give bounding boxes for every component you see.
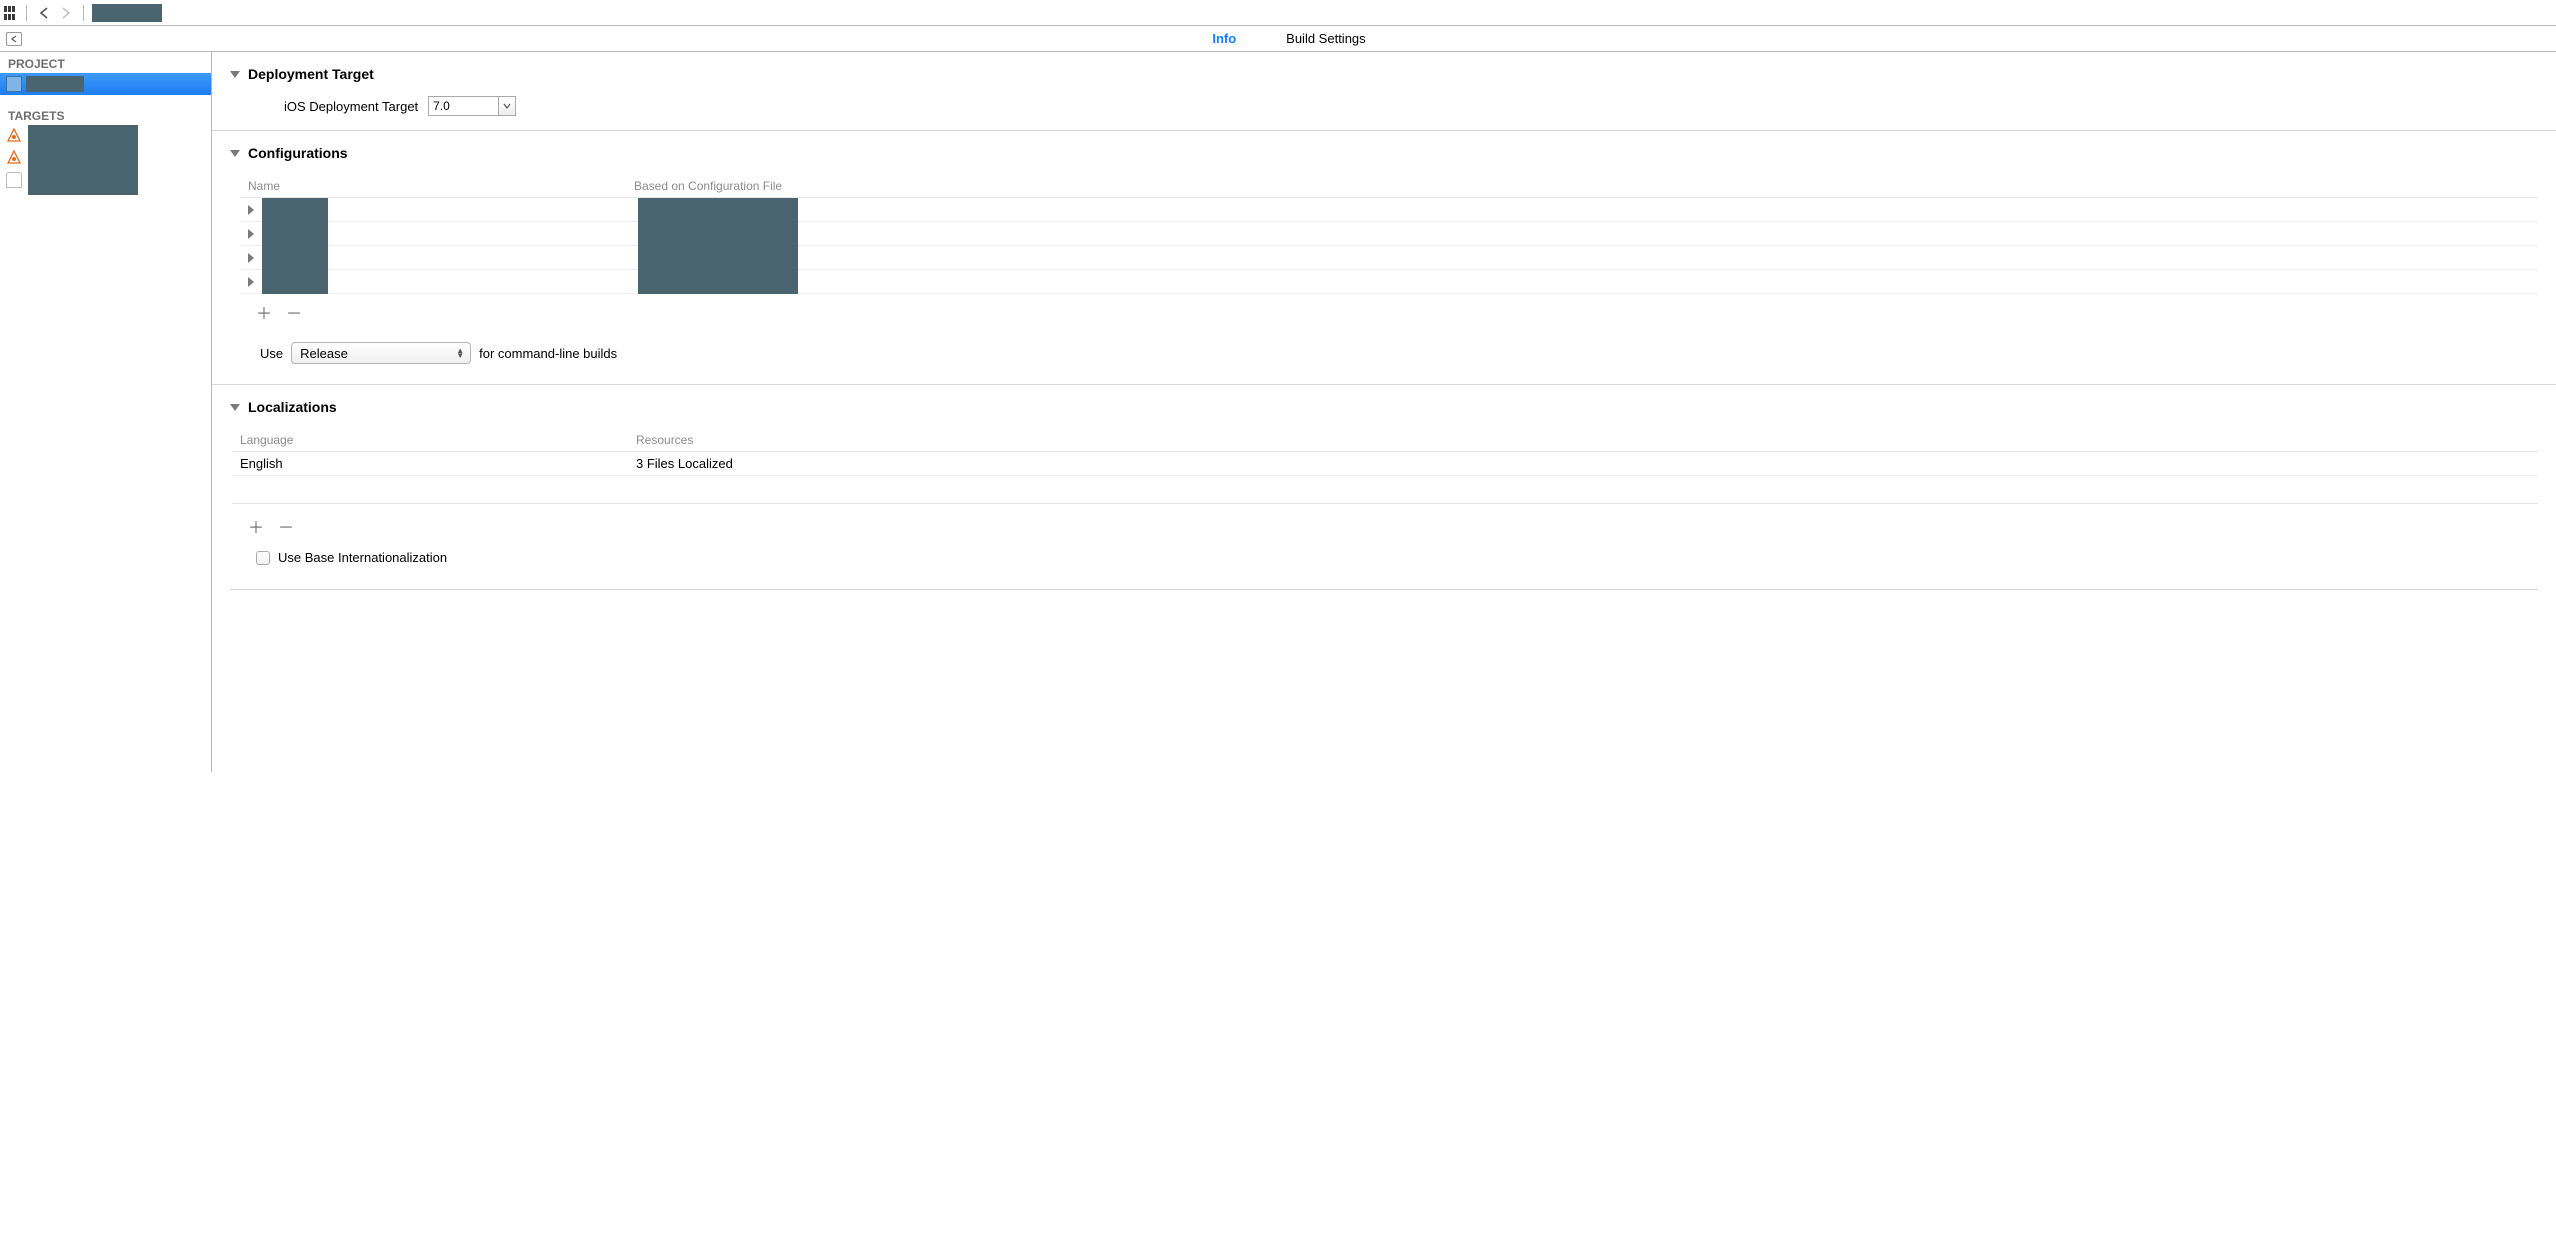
ios-deployment-target-label: iOS Deployment Target: [284, 99, 418, 114]
remove-localization-button[interactable]: －: [278, 514, 294, 538]
project-targets-sidebar: PROJECT TARGETS: [0, 52, 212, 772]
localization-resources: 3 Files Localized: [632, 452, 2538, 475]
command-line-build-config-popup[interactable]: Release ▲▼: [291, 342, 471, 364]
disclosure-right-icon[interactable]: [248, 277, 254, 287]
nav-forward-button[interactable]: [57, 4, 75, 22]
configurations-col-file: Based on Configuration File: [630, 175, 2538, 197]
sidebar-targets-header: TARGETS: [0, 95, 211, 125]
localizations-col-resources: Resources: [632, 429, 2538, 451]
ios-deployment-target-input[interactable]: [428, 96, 498, 116]
tab-info[interactable]: Info: [1212, 27, 1236, 50]
disclosure-right-icon[interactable]: [248, 205, 254, 215]
bundle-target-icon: [6, 172, 22, 188]
project-info-editor: Deployment Target iOS Deployment Target …: [212, 52, 2556, 772]
project-name-redacted: [26, 76, 84, 92]
related-items-icon[interactable]: [4, 6, 18, 20]
targets-list: [0, 125, 211, 197]
project-row[interactable]: [0, 73, 211, 95]
breadcrumb-redacted[interactable]: [92, 4, 162, 22]
disclosure-icon[interactable]: [230, 404, 240, 411]
target-names-redacted[interactable]: [28, 125, 138, 195]
configuration-row[interactable]: [240, 270, 2538, 294]
localization-row[interactable]: English 3 Files Localized: [232, 452, 2538, 476]
path-toolbar: [0, 0, 2556, 26]
section-divider: [230, 589, 2538, 590]
popup-arrows-icon: ▲▼: [456, 348, 464, 358]
ios-deployment-target-field[interactable]: [428, 96, 516, 116]
dropdown-button[interactable]: [498, 96, 516, 116]
separator: [26, 5, 27, 21]
table-footer-line: [232, 476, 2538, 504]
configuration-row[interactable]: [240, 198, 2538, 222]
configurations-rows: [240, 198, 2538, 294]
use-label: Use: [260, 346, 283, 361]
app-target-icon: [6, 128, 22, 144]
disclosure-right-icon[interactable]: [248, 253, 254, 263]
section-localizations: Localizations: [248, 399, 337, 415]
disclosure-icon[interactable]: [230, 71, 240, 78]
project-icon: [6, 76, 22, 92]
remove-configuration-button[interactable]: －: [286, 300, 302, 324]
disclosure-icon[interactable]: [230, 150, 240, 157]
use-base-internationalization-label: Use Base Internationalization: [278, 550, 447, 565]
editor-tabbar: Info Build Settings: [0, 26, 2556, 52]
section-configurations: Configurations: [248, 145, 348, 161]
add-localization-button[interactable]: ＋: [248, 514, 264, 538]
use-base-internationalization-checkbox[interactable]: [256, 551, 270, 565]
sidebar-project-header: PROJECT: [0, 52, 211, 73]
section-deployment-target: Deployment Target: [248, 66, 374, 82]
disclosure-right-icon[interactable]: [248, 229, 254, 239]
add-configuration-button[interactable]: ＋: [256, 300, 272, 324]
configuration-files-redacted: [638, 198, 798, 294]
use-suffix-label: for command-line builds: [479, 346, 617, 361]
go-back-mini-button[interactable]: [6, 32, 22, 46]
configurations-col-name: Name: [240, 175, 630, 197]
configuration-row[interactable]: [240, 246, 2538, 270]
separator: [83, 5, 84, 21]
app-target-icon: [6, 150, 22, 166]
localizations-col-language: Language: [232, 429, 632, 451]
localization-language: English: [232, 452, 632, 475]
nav-back-button[interactable]: [35, 4, 53, 22]
configuration-row[interactable]: [240, 222, 2538, 246]
popup-value: Release: [300, 346, 348, 361]
configuration-names-redacted: [262, 198, 328, 294]
tab-build-settings[interactable]: Build Settings: [1286, 27, 1366, 50]
